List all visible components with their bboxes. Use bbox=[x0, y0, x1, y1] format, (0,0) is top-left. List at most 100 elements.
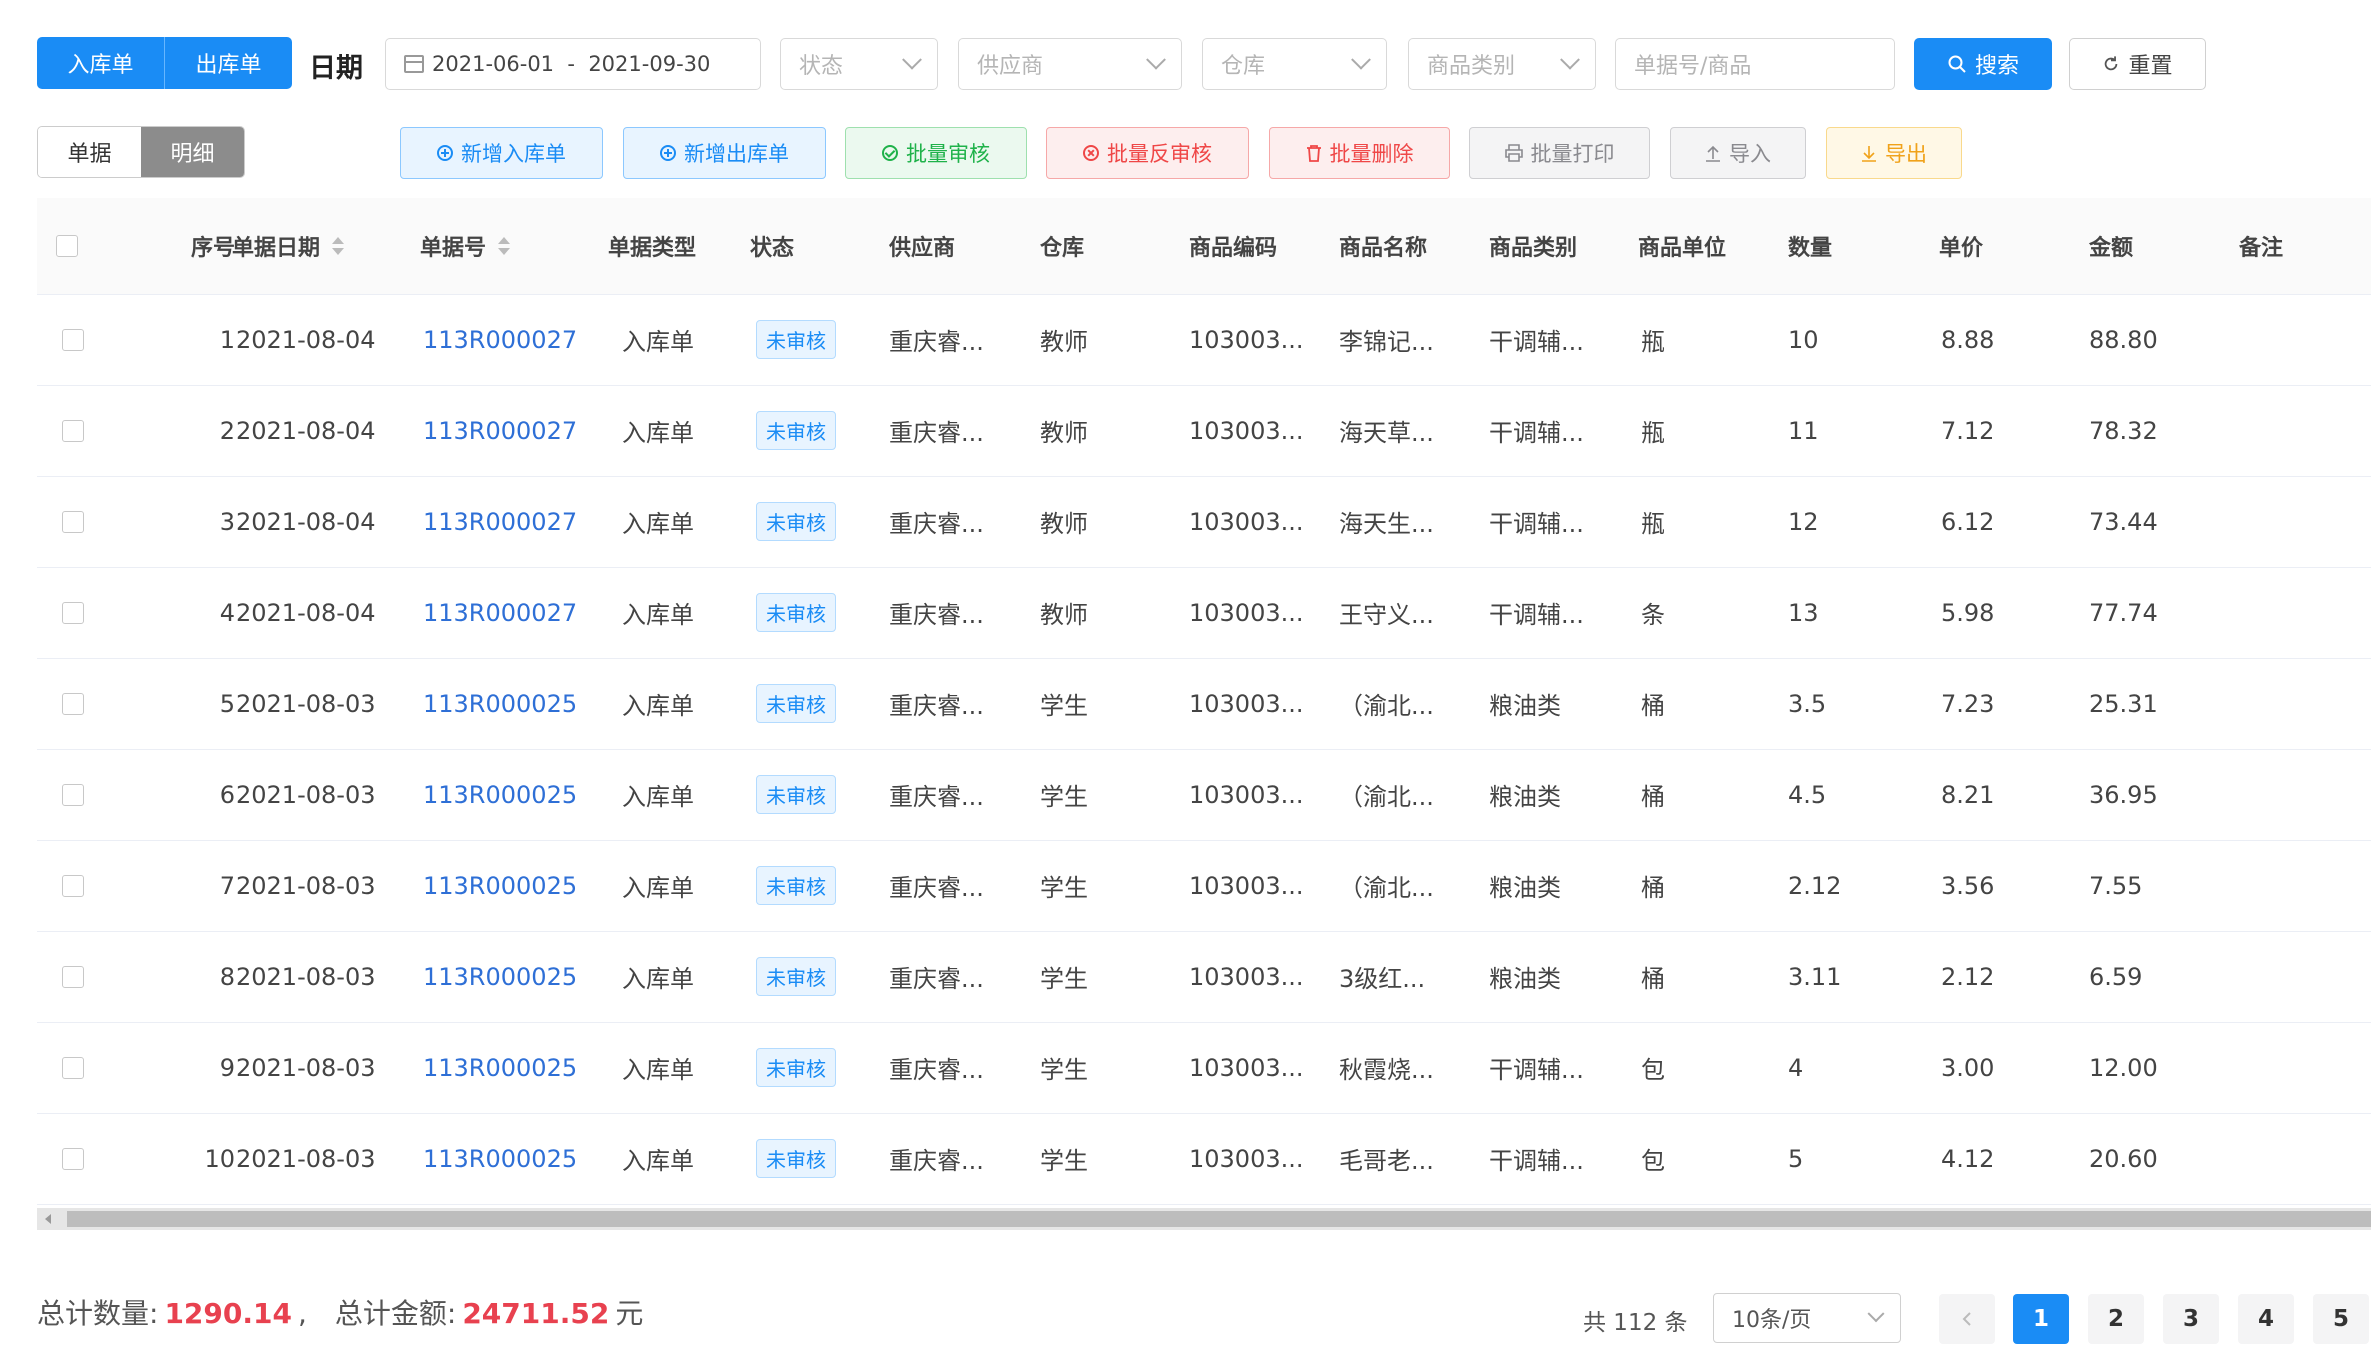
col-header-index: 序号 bbox=[190, 236, 235, 261]
keyword-search-input[interactable]: 单据号/商品 bbox=[1615, 38, 1895, 90]
row-product-unit: 桶 bbox=[1641, 692, 1665, 720]
table-row[interactable]: 5 2021-08-03 113R000025 入库单 未审核 重庆睿... 学生 10300… bbox=[37, 658, 2371, 750]
row-checkbox[interactable] bbox=[62, 328, 84, 351]
new-inbound-button[interactable]: 新增入库单 bbox=[400, 127, 603, 179]
row-checkbox[interactable] bbox=[62, 783, 84, 806]
select-all-checkbox[interactable] bbox=[56, 235, 78, 257]
table-row[interactable]: 1 2021-08-04 113R000027 入库单 未审核 重庆睿... 教师 10300… bbox=[37, 294, 2371, 386]
prev-page-button[interactable] bbox=[1939, 1294, 1995, 1344]
col-header-date[interactable]: 单据日期 bbox=[232, 198, 345, 294]
row-product-name: 海天草... bbox=[1339, 419, 1434, 447]
horizontal-scrollbar[interactable] bbox=[37, 1208, 2371, 1230]
row-doc-no[interactable]: 113R000027 bbox=[423, 508, 577, 536]
row-product-code: 103003... bbox=[1189, 780, 1304, 809]
page-button[interactable]: 4 bbox=[2238, 1294, 2294, 1344]
import-button[interactable]: 导入 bbox=[1670, 127, 1806, 179]
new-outbound-button[interactable]: 新增出库单 bbox=[623, 127, 826, 179]
table-row[interactable]: 3 2021-08-04 113R000027 入库单 未审核 重庆睿... 教师 10300… bbox=[37, 476, 2371, 568]
row-doc-no[interactable]: 113R000027 bbox=[423, 326, 577, 354]
row-supplier: 重庆睿... bbox=[889, 874, 984, 902]
page-button[interactable]: 1 bbox=[2013, 1294, 2069, 1344]
page-button[interactable]: 3 bbox=[2163, 1294, 2219, 1344]
supplier-select[interactable]: 供应商 bbox=[958, 38, 1182, 90]
batch-unaudit-button[interactable]: 批量反审核 bbox=[1046, 127, 1249, 179]
row-doc-no[interactable]: 113R000025 bbox=[423, 781, 577, 809]
table-row[interactable]: 7 2021-08-03 113R000025 入库单 未审核 重庆睿... 学生 10300… bbox=[37, 840, 2371, 932]
row-checkbox[interactable] bbox=[62, 1056, 84, 1079]
tab-outbound[interactable]: 出库单 bbox=[164, 37, 292, 89]
row-product-code: 103003... bbox=[1189, 1144, 1304, 1173]
totals-separator: , bbox=[297, 1297, 307, 1330]
row-quantity: 11 bbox=[1788, 416, 1819, 445]
tab-documents[interactable]: 单据 bbox=[38, 127, 141, 177]
row-product-code: 103003... bbox=[1189, 962, 1304, 991]
table-row[interactable]: 4 2021-08-04 113R000027 入库单 未审核 重庆睿... 教师 10300… bbox=[37, 567, 2371, 659]
category-select[interactable]: 商品类别 bbox=[1408, 38, 1596, 90]
row-amount: 25.31 bbox=[2089, 689, 2158, 718]
row-amount: 88.80 bbox=[2089, 325, 2158, 354]
row-amount: 7.55 bbox=[2089, 871, 2143, 900]
table-row[interactable]: 8 2021-08-03 113R000025 入库单 未审核 重庆睿... 学生 10300… bbox=[37, 931, 2371, 1023]
row-status: 未审核 bbox=[756, 775, 836, 814]
scrollbar-thumb[interactable] bbox=[67, 1211, 2371, 1227]
row-doc-type: 入库单 bbox=[622, 510, 694, 538]
row-product-name: 秋霞烧... bbox=[1339, 1056, 1434, 1084]
row-checkbox[interactable] bbox=[62, 601, 84, 624]
row-product-code: 103003... bbox=[1189, 689, 1304, 718]
row-checkbox[interactable] bbox=[62, 1147, 84, 1170]
row-doc-no[interactable]: 113R000025 bbox=[423, 963, 577, 991]
row-checkbox[interactable] bbox=[62, 419, 84, 442]
total-qty-label: 总计数量: bbox=[37, 1297, 159, 1330]
batch-delete-button[interactable]: 批量删除 bbox=[1269, 127, 1450, 179]
row-product-code: 103003... bbox=[1189, 416, 1304, 445]
export-button[interactable]: 导出 bbox=[1826, 127, 1962, 179]
row-checkbox[interactable] bbox=[62, 510, 84, 533]
chevron-left-icon bbox=[1962, 1312, 1971, 1326]
row-doc-no[interactable]: 113R000027 bbox=[423, 417, 577, 445]
row-doc-no[interactable]: 113R000025 bbox=[423, 1145, 577, 1173]
row-doc-no[interactable]: 113R000027 bbox=[423, 599, 577, 627]
status-select[interactable]: 状态 bbox=[780, 38, 938, 90]
row-index: 8 bbox=[219, 962, 235, 991]
search-button[interactable]: 搜索 bbox=[1914, 38, 2052, 90]
row-checkbox[interactable] bbox=[62, 965, 84, 988]
page-size-select[interactable]: 10条/页 bbox=[1713, 1293, 1901, 1343]
page-button[interactable]: 5 bbox=[2313, 1294, 2369, 1344]
row-doc-no[interactable]: 113R000025 bbox=[423, 690, 577, 718]
table-row[interactable]: 10 2021-08-03 113R000025 入库单 未审核 重庆睿... 学生 1030… bbox=[37, 1113, 2371, 1205]
row-unit-price: 3.56 bbox=[1941, 871, 1995, 900]
batch-print-button[interactable]: 批量打印 bbox=[1469, 127, 1650, 179]
new-inbound-label: 新增入库单 bbox=[461, 142, 566, 166]
detail-table: 序号 单据日期 单据号 单据类型 状态 供应商 仓库 商品编码 商品名称 商品类… bbox=[37, 198, 2371, 1213]
row-doc-no[interactable]: 113R000025 bbox=[423, 872, 577, 900]
calendar-icon bbox=[404, 55, 424, 73]
row-product-unit: 瓶 bbox=[1641, 419, 1665, 447]
batch-audit-button[interactable]: 批量审核 bbox=[845, 127, 1027, 179]
row-product-unit: 桶 bbox=[1641, 965, 1665, 993]
tab-inbound[interactable]: 入库单 bbox=[37, 37, 164, 89]
row-checkbox[interactable] bbox=[62, 692, 84, 715]
status-select-placeholder: 状态 bbox=[799, 54, 844, 79]
tab-details[interactable]: 明细 bbox=[141, 127, 244, 177]
row-doc-no[interactable]: 113R000025 bbox=[423, 1054, 577, 1082]
table-row[interactable]: 6 2021-08-03 113R000025 入库单 未审核 重庆睿... 学生 10300… bbox=[37, 749, 2371, 841]
row-warehouse: 学生 bbox=[1040, 783, 1088, 811]
page-button[interactable]: 2 bbox=[2088, 1294, 2144, 1344]
col-header-unit-price: 单价 bbox=[1939, 236, 1984, 261]
date-range-picker[interactable]: 2021-06-01 - 2021-09-30 bbox=[385, 38, 761, 90]
row-doc-type: 入库单 bbox=[622, 874, 694, 902]
row-product-unit: 包 bbox=[1641, 1147, 1665, 1175]
row-product-code: 103003... bbox=[1189, 1053, 1304, 1082]
chevron-down-icon bbox=[902, 49, 922, 70]
col-header-doc-no[interactable]: 单据号 bbox=[420, 198, 511, 294]
col-header-product-category: 商品类别 bbox=[1489, 236, 1578, 261]
reset-button-label: 重置 bbox=[2128, 54, 2173, 79]
scroll-left-icon[interactable] bbox=[45, 1214, 51, 1224]
row-status: 未审核 bbox=[756, 593, 836, 632]
reset-button[interactable]: 重置 bbox=[2069, 38, 2206, 90]
row-checkbox[interactable] bbox=[62, 874, 84, 897]
warehouse-select[interactable]: 仓库 bbox=[1202, 38, 1387, 90]
table-row[interactable]: 2 2021-08-04 113R000027 入库单 未审核 重庆睿... 教师 10300… bbox=[37, 385, 2371, 477]
row-index: 1 bbox=[219, 325, 235, 354]
table-row[interactable]: 9 2021-08-03 113R000025 入库单 未审核 重庆睿... 学生 10300… bbox=[37, 1022, 2371, 1114]
